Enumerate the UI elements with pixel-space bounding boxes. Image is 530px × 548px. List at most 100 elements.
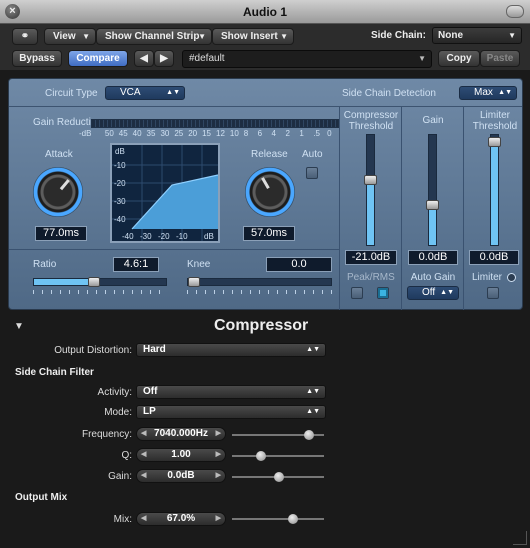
knee-label: Knee [187,259,211,270]
view-menu-label: View [53,31,76,42]
slider-thumb[interactable] [88,277,100,287]
auto-gain-label: Auto Gain [410,272,456,283]
updown-arrows-icon: ▲▼ [306,388,320,395]
slider-thumb[interactable] [188,277,200,287]
updown-arrows-icon: ▲▼ [166,89,180,96]
gain-filter-field[interactable]: ◀ 0.0dB ▶ [136,469,226,483]
side-chain-value: None [438,30,463,41]
fader-thumb[interactable] [426,200,439,210]
chevron-right-icon[interactable]: ▶ [216,513,221,525]
rms-checkbox[interactable] [377,287,389,299]
column-divider [401,107,402,310]
side-chain-select[interactable]: None ▼ [432,27,522,44]
chevron-right-icon[interactable]: ▶ [216,470,221,482]
activity-value: Off [143,386,158,397]
peak-checkbox[interactable] [351,287,363,299]
fader-thumb[interactable] [364,175,377,185]
show-insert-menu[interactable]: Show Insert ▼ [212,28,294,45]
previous-preset-button[interactable]: ◀ [134,50,154,67]
gain-reduction-meter [91,119,339,128]
activity-select[interactable]: Off ▲▼ [136,385,326,399]
slider-ticks [187,290,332,294]
compressor-threshold-value[interactable]: -21.0dB [345,250,397,265]
limiter-threshold-value[interactable]: 0.0dB [469,250,519,265]
resize-handle[interactable] [513,531,527,545]
release-value[interactable]: 57.0ms [243,226,295,241]
frequency-value: 7040.000Hz [154,428,208,439]
attack-value[interactable]: 77.0ms [35,226,87,241]
output-distortion-select[interactable]: Hard ▲▼ [136,343,326,357]
gain-fader[interactable] [426,134,439,246]
slider-thumb[interactable] [304,430,314,440]
disclosure-triangle-icon[interactable]: ▼ [14,321,24,332]
toolbar-toggle-button[interactable] [506,5,524,18]
ratio-value[interactable]: 4.6:1 [113,257,159,272]
gain-reduction-scale-tick: 25 [174,129,184,138]
chevron-right-icon[interactable]: ▶ [216,449,221,461]
graph-x-tick: -10 [176,232,188,241]
auto-gain-select[interactable]: Off ▲▼ [407,286,459,300]
fader-fill [429,204,436,245]
output-distortion-value: Hard [143,344,166,355]
slider-thumb[interactable] [256,451,266,461]
gain-filter-slider[interactable] [232,472,324,482]
gain-reduction-scale-tick: 2 [285,129,290,138]
side-chain-detection-label: Side Chain Detection [342,88,436,99]
compare-button[interactable]: Compare [68,50,128,67]
preset-select[interactable]: #default ▼ [182,50,432,68]
circuit-type-select[interactable]: VCA ▲▼ [105,86,185,100]
limiter-threshold-label: Limiter Threshold [472,110,518,132]
ratio-label: Ratio [33,259,57,270]
chevron-left-icon[interactable]: ◀ [141,449,146,461]
q-value: 1.00 [171,449,191,460]
limiter-threshold-fader[interactable] [488,134,501,246]
paste-button[interactable]: Paste [480,50,520,67]
frequency-label: Frequency: [81,429,132,440]
updown-arrows-icon: ▲▼ [498,89,512,96]
chevron-left-icon[interactable]: ◀ [141,428,146,440]
graph-y-unit: dB [115,147,125,156]
gain-reduction-scale-tick: 8 [243,129,249,138]
next-preset-button[interactable]: ▶ [154,50,174,67]
chevron-right-icon[interactable]: ▶ [216,428,221,440]
knee-value[interactable]: 0.0 [266,257,332,272]
section-title: Compressor [214,317,309,334]
q-slider[interactable] [232,451,324,461]
knee-slider[interactable] [187,277,332,287]
mix-field[interactable]: ◀ 67.0% ▶ [136,512,226,526]
link-button[interactable]: ⚭ [12,28,38,45]
mix-slider[interactable] [232,514,324,524]
link-icon: ⚭ [20,31,30,42]
mode-select[interactable]: LP ▲▼ [136,405,326,419]
chevron-left-icon[interactable]: ◀ [141,470,146,482]
compressor-threshold-fader[interactable] [364,134,377,246]
circuit-type-label: Circuit Type [45,88,98,99]
chevron-down-icon: ▼ [82,32,90,41]
frequency-field[interactable]: ◀ 7040.000Hz ▶ [136,427,226,441]
graph-y-tick: -20 [114,179,126,188]
chevron-left-icon[interactable]: ◀ [141,513,146,525]
show-channel-strip-menu[interactable]: Show Channel Strip ▼ [96,28,212,45]
attack-knob[interactable] [33,167,83,217]
updown-arrows-icon: ▲▼ [440,289,454,296]
gain-value[interactable]: 0.0dB [408,250,458,265]
side-chain-detection-select[interactable]: Max ▲▼ [459,86,517,100]
fader-thumb[interactable] [488,137,501,147]
ratio-slider[interactable] [33,277,167,287]
release-knob[interactable] [245,167,295,217]
slider-thumb[interactable] [288,514,298,524]
slider-thumb[interactable] [274,472,284,482]
arrow-right-icon: ▶ [160,53,168,64]
q-field[interactable]: ◀ 1.00 ▶ [136,448,226,462]
graph-y-tick: -30 [114,197,126,206]
bypass-button[interactable]: Bypass [12,50,62,67]
view-menu[interactable]: View ▼ [44,28,96,45]
column-divider [463,107,464,310]
limiter-checkbox[interactable] [487,287,499,299]
graph-x-tick: -30 [140,232,152,241]
preset-value: #default [189,53,225,64]
mix-label: Mix: [113,514,132,525]
copy-button[interactable]: Copy [438,50,480,67]
frequency-slider[interactable] [232,430,324,440]
auto-release-checkbox[interactable] [306,167,318,179]
